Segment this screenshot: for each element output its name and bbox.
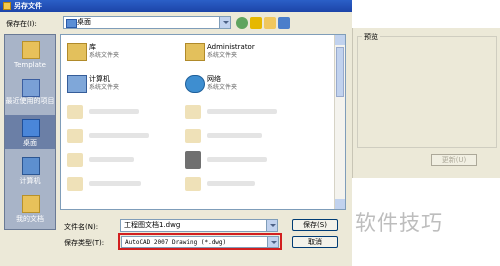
computer-icon	[22, 157, 40, 175]
up-folder-icon[interactable]	[250, 17, 262, 29]
save-in-value: 桌面	[77, 18, 91, 26]
watermark-text: 软件技巧	[355, 211, 443, 235]
place-documents[interactable]: 我的文档	[5, 191, 55, 225]
blurred-icon	[67, 177, 83, 191]
blurred-icon	[67, 105, 83, 119]
file-type: 系统文件夹	[207, 52, 238, 59]
filetype-highlight-box	[118, 233, 282, 250]
blurred-text	[207, 109, 277, 114]
blurred-text	[207, 157, 267, 162]
blurred-text	[89, 181, 141, 186]
save-in-label: 保存在(I):	[6, 20, 37, 28]
filename-field[interactable]: 工程图文档1.dwg	[120, 219, 278, 232]
folder-icon	[22, 41, 40, 59]
file-type: 系统文件夹	[89, 52, 120, 59]
scroll-thumb[interactable]	[336, 47, 344, 97]
documents-icon	[22, 195, 40, 213]
place-label: Template	[14, 61, 46, 69]
place-desktop[interactable]: 桌面	[5, 115, 55, 149]
title-bar: 另存文件	[0, 0, 352, 12]
blurred-text	[89, 133, 149, 138]
blurred-icon	[67, 153, 83, 167]
save-button[interactable]: 保存(S)	[292, 219, 338, 231]
new-folder-icon[interactable]	[264, 17, 276, 29]
file-name: 网络	[207, 75, 221, 83]
app-icon	[3, 2, 11, 10]
window-title: 另存文件	[14, 2, 42, 10]
place-computer[interactable]: 计算机	[5, 153, 55, 187]
places-bar: Template 最近使用的项目 桌面 计算机 我的文档	[4, 34, 56, 230]
network-icon	[185, 75, 205, 93]
place-label: 我的文档	[16, 215, 44, 223]
place-label: 计算机	[19, 177, 41, 185]
blurred-icon	[185, 105, 201, 119]
scroll-up-icon[interactable]	[335, 35, 345, 45]
place-label: 最近使用的项目	[5, 97, 55, 105]
update-preview-button[interactable]: 更新(U)	[431, 154, 477, 166]
blurred-text	[207, 133, 262, 138]
file-name: 库	[89, 43, 96, 51]
filename-value: 工程图文档1.dwg	[124, 221, 181, 229]
preview-label: 预览	[362, 32, 380, 42]
file-list[interactable]: 库 系统文件夹 Administrator 系统文件夹 计算机 系统文件夹 网络…	[60, 34, 346, 210]
library-icon	[67, 43, 87, 61]
blurred-text	[89, 157, 134, 162]
vertical-scrollbar[interactable]	[334, 35, 345, 209]
blurred-icon	[67, 129, 83, 143]
save-dialog: 另存文件 保存在(I): 桌面 Template 最近使用的项目 桌面 计算机 …	[0, 0, 352, 266]
computer-icon	[67, 75, 87, 93]
desktop-icon	[22, 119, 40, 137]
recent-items-icon	[22, 79, 40, 97]
back-icon[interactable]	[236, 17, 248, 29]
filetype-label: 保存类型(T):	[64, 239, 105, 247]
blurred-text	[89, 109, 139, 114]
scroll-down-icon[interactable]	[335, 199, 345, 209]
place-recent[interactable]: 最近使用的项目	[5, 77, 55, 113]
blurred-icon	[185, 177, 201, 191]
cancel-button[interactable]: 取消	[292, 236, 338, 248]
blurred-icon	[185, 151, 201, 169]
chevron-down-icon[interactable]	[266, 220, 277, 231]
file-type: 系统文件夹	[207, 84, 238, 91]
view-menu-icon[interactable]	[278, 17, 290, 29]
preview-pane: 预览 更新(U)	[352, 28, 500, 178]
file-type: 系统文件夹	[89, 84, 120, 91]
blurred-text	[207, 181, 255, 186]
desktop-icon	[66, 19, 77, 28]
place-label: 桌面	[23, 139, 37, 147]
user-folder-icon	[185, 43, 205, 61]
blurred-icon	[185, 129, 201, 143]
file-name: 计算机	[89, 75, 110, 83]
place-template[interactable]: Template	[5, 39, 55, 73]
file-name: Administrator	[207, 43, 255, 51]
filename-label: 文件名(N):	[64, 223, 99, 231]
chevron-down-icon[interactable]	[219, 17, 230, 28]
save-in-combo[interactable]: 桌面	[63, 16, 231, 29]
preview-group: 预览	[357, 32, 497, 148]
